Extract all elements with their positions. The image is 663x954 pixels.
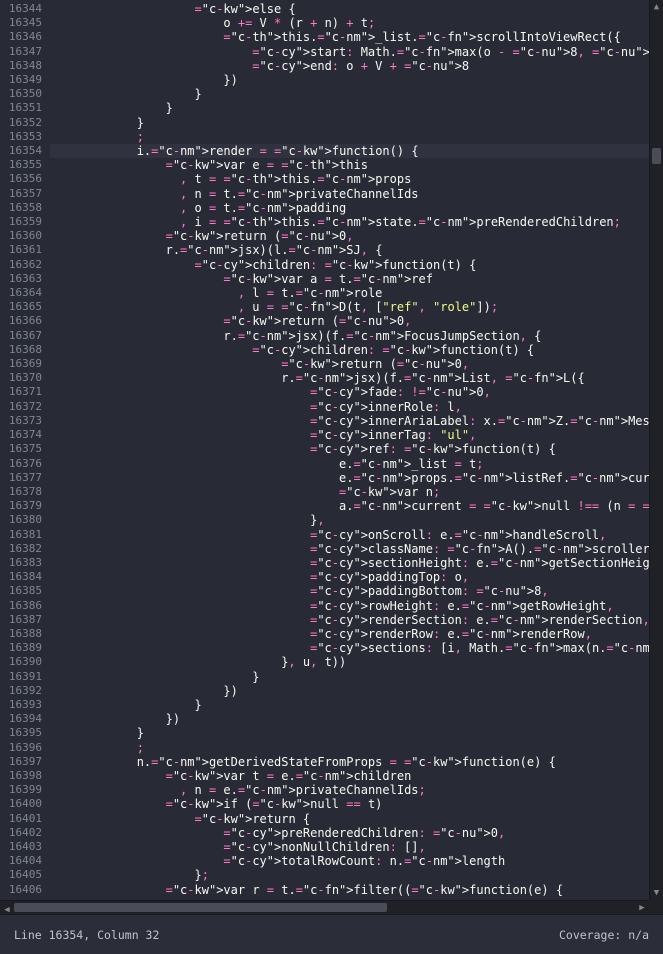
code-line[interactable]: , n = t.="c-nm">privateChannelIds xyxy=(50,187,663,201)
code-line[interactable]: }, u, t)) xyxy=(50,655,663,669)
code-line[interactable]: ="c-cy">innerAriaLabel: x.="c-nm">Z.="c-… xyxy=(50,414,663,428)
code-area[interactable]: ="c-kw">else { o += V * (r + n) + t; ="c… xyxy=(50,0,663,900)
code-line[interactable]: ="c-kw">var r = t.="c-fn">filter((="c-kw… xyxy=(50,883,663,897)
code-line[interactable]: ="c-kw">var a = t.="c-nm">ref xyxy=(50,272,663,286)
code-line[interactable]: ="c-cy">children: ="c-kw">function(t) { xyxy=(50,343,663,357)
code-line[interactable]: ="c-kw">return (="c-nu">0, xyxy=(50,314,663,328)
code-line[interactable]: ="c-cy">paddingBottom: ="c-nu">8, xyxy=(50,584,663,598)
code-line[interactable]: } xyxy=(50,116,663,130)
code-line[interactable]: ="c-cy">onScroll: e.="c-nm">handleScroll… xyxy=(50,528,663,542)
code-line[interactable]: ="c-cy">fade: !="c-nu">0, xyxy=(50,385,663,399)
code-line[interactable]: ="c-cy">innerTag: "ul", xyxy=(50,428,663,442)
code-line[interactable]: , i = ="c-th">this.="c-nm">state.="c-nm"… xyxy=(50,215,663,229)
code-line[interactable]: , n = e.="c-nm">privateChannelIds; xyxy=(50,783,663,797)
code-line[interactable]: , t = ="c-th">this.="c-nm">props xyxy=(50,172,663,186)
code-line[interactable]: ; xyxy=(50,130,663,144)
code-line[interactable]: r.="c-nm">jsx)(f.="c-nm">FocusJumpSectio… xyxy=(50,329,663,343)
code-line[interactable]: ="c-kw">var n; xyxy=(50,485,663,499)
coverage-status: Coverage: n/a xyxy=(559,928,649,942)
code-line[interactable]: ="c-cy">renderRow: e.="c-nm">renderRow, xyxy=(50,627,663,641)
code-line[interactable]: i.="c-nm">render = ="c-kw">function() { xyxy=(50,144,663,158)
scroll-down-arrow[interactable]: ▼ xyxy=(650,886,663,900)
code-line[interactable]: e.="c-nm">_list = t; xyxy=(50,457,663,471)
code-line[interactable]: ="c-cy">totalRowCount: n.="c-nm">length xyxy=(50,854,663,868)
code-line[interactable]: ="c-cy">paddingTop: o, xyxy=(50,570,663,584)
code-line[interactable]: ="c-cy">sectionHeight: e.="c-nm">getSect… xyxy=(50,556,663,570)
code-line[interactable]: n.="c-nm">getDerivedStateFromProps = ="c… xyxy=(50,755,663,769)
code-line[interactable]: ; xyxy=(50,741,663,755)
code-line[interactable]: ="c-kw">var t = e.="c-nm">children xyxy=(50,769,663,783)
editor: 1634416345163461634716348163491635016351… xyxy=(0,0,663,900)
code-line[interactable]: e.="c-nm">props.="c-nm">listRef.="c-nm">… xyxy=(50,471,663,485)
code-line[interactable]: a.="c-nm">current = ="c-kw">null !== (n … xyxy=(50,499,663,513)
code-line[interactable]: }) xyxy=(50,712,663,726)
code-line[interactable]: ="c-cy">renderSection: e.="c-nm">renderS… xyxy=(50,613,663,627)
code-line[interactable]: ="c-cy">start: Math.="c-fn">max(o - ="c-… xyxy=(50,45,663,59)
scroll-right-arrow[interactable]: ▶ xyxy=(635,901,649,915)
line-gutter: 1634416345163461634716348163491635016351… xyxy=(0,0,50,900)
code-line[interactable]: ="c-cy">preRenderedChildren: ="c-nu">0, xyxy=(50,826,663,840)
code-line[interactable]: } xyxy=(50,726,663,740)
code-line[interactable]: o += V * (r + n) + t; xyxy=(50,16,663,30)
code-line[interactable]: ="c-cy">end: o + V + ="c-nu">8 xyxy=(50,59,663,73)
cursor-position: Line 16354, Column 32 xyxy=(14,928,159,942)
code-line[interactable]: , u = ="c-fn">D(t, ["ref", "role"]); xyxy=(50,300,663,314)
status-bar: Line 16354, Column 32 Coverage: n/a xyxy=(0,914,663,954)
code-line[interactable]: ="c-th">this.="c-nm">_list.="c-fn">scrol… xyxy=(50,30,663,44)
code-line[interactable]: ="c-kw">return { xyxy=(50,812,663,826)
code-line[interactable]: ="c-cy">innerRole: l, xyxy=(50,400,663,414)
code-line[interactable]: ="c-cy">ref: ="c-kw">function(t) { xyxy=(50,442,663,456)
code-line[interactable]: ="c-kw">return (="c-nu">0, xyxy=(50,357,663,371)
horizontal-scrollbar[interactable]: ◀ ▶ xyxy=(0,900,649,914)
vertical-thumb[interactable] xyxy=(652,148,661,164)
code-line[interactable]: } xyxy=(50,698,663,712)
vertical-scrollbar[interactable]: ▲ ▼ xyxy=(649,0,663,900)
scroll-up-arrow[interactable]: ▲ xyxy=(650,0,663,14)
code-line[interactable]: ="c-cy">rowHeight: e.="c-nm">getRowHeigh… xyxy=(50,599,663,613)
code-line[interactable]: }) xyxy=(50,73,663,87)
code-line[interactable]: ="c-kw">if (="c-kw">null == t) xyxy=(50,797,663,811)
code-line[interactable]: r.="c-nm">jsx)(f.="c-nm">List, ="c-fn">L… xyxy=(50,371,663,385)
code-line[interactable]: ="c-kw">else { xyxy=(50,2,663,16)
code-line[interactable]: ="c-cy">sections: [i, Math.="c-fn">max(n… xyxy=(50,641,663,655)
code-line[interactable]: , l = t.="c-nm">role xyxy=(50,286,663,300)
code-line[interactable]: ="c-kw">return (="c-nu">0, xyxy=(50,229,663,243)
code-line[interactable]: r.="c-nm">jsx)(l.="c-nm">SJ, { xyxy=(50,243,663,257)
code-line[interactable]: ="c-cy">nonNullChildren: [], xyxy=(50,840,663,854)
code-line[interactable]: , o = t.="c-nm">padding xyxy=(50,201,663,215)
code-line[interactable]: }, xyxy=(50,513,663,527)
code-line[interactable]: ="c-kw">var e = ="c-th">this xyxy=(50,158,663,172)
code-line[interactable]: }) xyxy=(50,684,663,698)
code-line[interactable]: ="c-cy">children: ="c-kw">function(t) { xyxy=(50,258,663,272)
code-line[interactable]: } xyxy=(50,101,663,115)
code-line[interactable]: }; xyxy=(50,868,663,882)
code-line[interactable]: ="c-cy">className: ="c-fn">A().="c-nm">s… xyxy=(50,542,663,556)
code-line[interactable]: } xyxy=(50,670,663,684)
horizontal-thumb[interactable] xyxy=(14,903,387,912)
scroll-corner xyxy=(649,900,663,914)
code-line[interactable]: } xyxy=(50,87,663,101)
